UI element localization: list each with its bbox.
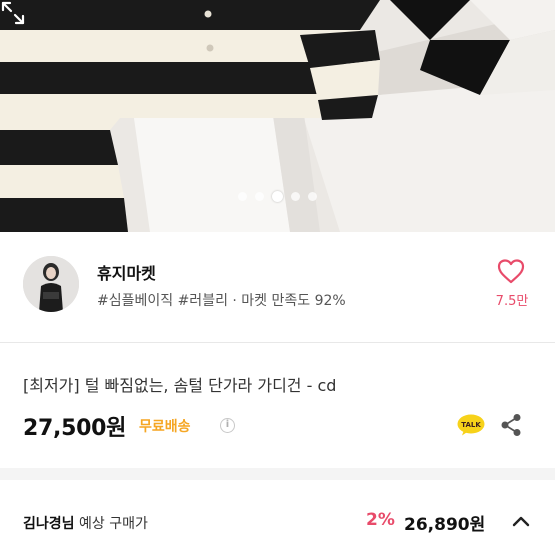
product-price: 27,500원 <box>23 416 127 441</box>
carousel-indicator <box>0 191 555 202</box>
chevron-up-icon[interactable] <box>512 514 530 528</box>
talk-label: TALK <box>461 421 481 429</box>
expected-price-caption: 예상 구매가 <box>78 516 148 532</box>
carousel-dot[interactable] <box>238 192 247 201</box>
divider <box>0 342 555 343</box>
expand-icon[interactable] <box>0 0 26 26</box>
info-icon[interactable]: i <box>220 418 235 433</box>
shipping-badge: 무료배송 <box>139 419 191 435</box>
seller-name[interactable]: 휴지마켓 <box>97 260 156 284</box>
product-title: [최저가] 털 빠짐없는, 솜털 단가라 가디건 - cd <box>23 376 337 395</box>
avatar-image <box>23 256 79 312</box>
talk-icon[interactable]: TALK <box>457 414 485 436</box>
heart-icon[interactable] <box>497 258 525 284</box>
buyer-name: 김나경님 <box>23 516 75 532</box>
carousel-dot[interactable] <box>308 192 317 201</box>
carousel-dot[interactable] <box>255 192 264 201</box>
talk-bubble-shape: TALK <box>457 414 485 436</box>
carousel-dot[interactable] <box>291 192 300 201</box>
seller-avatar[interactable] <box>23 256 79 312</box>
section-separator <box>0 468 555 480</box>
expected-price-label: 김나경님 예상 구매가 <box>23 513 148 533</box>
like-count: 7.5만 <box>495 294 529 309</box>
expected-price: 26,890원 <box>404 515 486 535</box>
seller-tags: #심플베이직 #러블리 · 마켓 만족도 92% <box>97 293 346 309</box>
discount-percent: 2% <box>366 510 395 530</box>
carousel-dot-active[interactable] <box>272 191 283 202</box>
product-image[interactable] <box>0 0 555 232</box>
share-icon[interactable] <box>500 413 522 437</box>
seller-section[interactable]: 휴지마켓 #심플베이직 #러블리 · 마켓 만족도 92% 7.5만 <box>0 232 555 342</box>
